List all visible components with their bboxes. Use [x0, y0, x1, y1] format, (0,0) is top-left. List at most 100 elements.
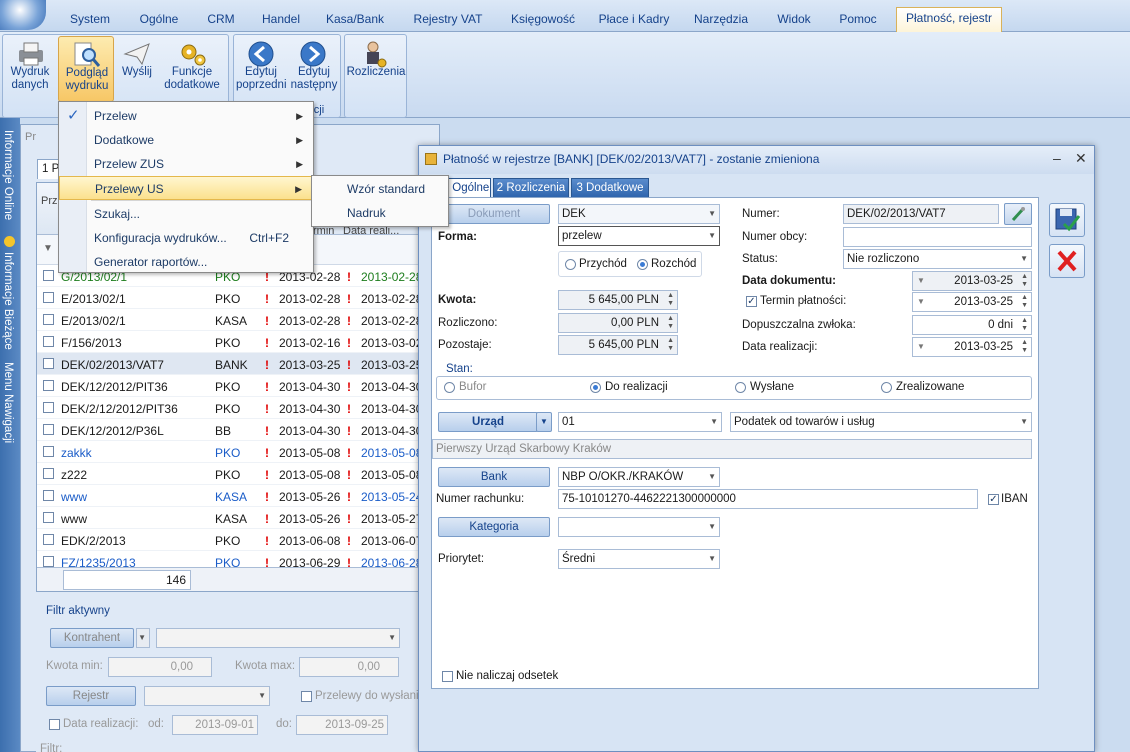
data-realizacji-field[interactable]: ▼ 2013-03-25 ▲ ▼ [912, 337, 1032, 357]
tab-pomoc[interactable]: Pomoc [832, 9, 884, 31]
kategoria-field[interactable]: ▼ [558, 517, 720, 537]
menu-item-szukaj[interactable]: Szukaj... [59, 202, 313, 226]
table-row[interactable]: DEK/02/2013/VAT7 BANK! 2013-03-25! 2013-03-… [37, 353, 422, 375]
urzad-dropdown-button[interactable]: ▼ [536, 412, 552, 432]
tab-ogolne[interactable]: Ogólne [130, 9, 188, 31]
kwota-min-field[interactable]: 0,00 [108, 657, 212, 677]
vstrip-menu-nawigacji[interactable]: Menu Nawigacji [2, 362, 14, 443]
table-row[interactable]: www KASA! 2013-05-26! 2013-05-27 [37, 507, 422, 529]
bank-field[interactable]: NBP O/OKR./KRAKÓW ▼ [558, 467, 720, 487]
kontrahent-button[interactable]: Kontrahent [50, 628, 134, 648]
table-row[interactable]: EDK/2/2013 PKO! 2013-06-08! 2013-06-07 [37, 529, 422, 551]
tab-narzedzia[interactable]: Narzędzia [688, 9, 754, 31]
col-header-prz[interactable]: Prz [41, 195, 58, 207]
table-row[interactable]: www KASA! 2013-05-26! 2013-05-24 [37, 485, 422, 507]
save-button[interactable] [1049, 203, 1085, 237]
row-checkbox[interactable] [43, 402, 54, 413]
menu-item-przelewy-us[interactable]: Przelewy US ▶ [59, 176, 313, 200]
table-row[interactable]: E/2013/02/1 KASA! 2013-02-28! 2013-02-28 [37, 309, 422, 331]
numer-rachunku-field[interactable]: 75-10101270-4462221300000000 [558, 489, 978, 509]
stan-wyslane-radio[interactable] [735, 382, 746, 393]
termin-field[interactable]: ▼ 2013-03-25 ▲ ▼ [912, 292, 1032, 312]
table-row[interactable]: z222 PKO! 2013-05-08! 2013-05-08 [37, 463, 422, 485]
przelewy-checkbox[interactable] [301, 691, 312, 702]
dialog-tab-rozliczenia[interactable]: 2 Rozliczenia [493, 178, 569, 198]
data-dokumentu-field[interactable]: ▼ 2013-03-25 ▲ ▼ [912, 271, 1032, 291]
dialog-tab-dodatkowe[interactable]: 3 Dodatkowe [571, 178, 649, 198]
kontrahent-field[interactable]: ▼ [156, 628, 400, 648]
kontrahent-dropdown[interactable]: ▼ [136, 628, 150, 648]
row-checkbox[interactable] [43, 358, 54, 369]
numer-obcy-field[interactable] [843, 227, 1032, 247]
tab-rejestry-vat[interactable]: Rejestry VAT [406, 9, 490, 31]
nie-naliczaj-checkbox[interactable] [442, 671, 453, 682]
od-field[interactable]: 2013-09-01 [172, 715, 258, 735]
menu-item-dodatkowe[interactable]: Dodatkowe ▶ [59, 128, 313, 152]
table-row[interactable]: DEK/12/2012/PIT36 PKO! 2013-04-30! 2013-04-… [37, 375, 422, 397]
tab-ksiegowosc[interactable]: Księgowość [503, 9, 583, 31]
table-row[interactable]: E/2013/02/1 PKO! 2013-02-28! 2013-02-28 [37, 287, 422, 309]
menu-item-przelew-zus[interactable]: Przelew ZUS ▶ [59, 152, 313, 176]
kwota-max-field[interactable]: 0,00 [299, 657, 399, 677]
priorytet-field[interactable]: Średni ▼ [558, 549, 720, 569]
row-checkbox[interactable] [43, 534, 54, 545]
row-checkbox[interactable] [43, 336, 54, 347]
close-icon[interactable]: ✕ [1075, 150, 1087, 167]
row-checkbox[interactable] [43, 490, 54, 501]
row-checkbox[interactable] [43, 292, 54, 303]
podglad-button[interactable]: Podgląd wydruku [58, 36, 114, 102]
stan-do-realizacji-radio[interactable] [590, 382, 601, 393]
table-row[interactable]: DEK/12/2012/P36L BB! 2013-04-30! 2013-04-30 [37, 419, 422, 441]
submenu-item-nadruk[interactable]: Nadruk [312, 201, 448, 225]
urzad-desc-field[interactable]: Podatek od towarów i usług ▼ [730, 412, 1032, 432]
cancel-button[interactable] [1049, 244, 1085, 278]
numer-edit-button[interactable] [1004, 203, 1032, 225]
tab-platnosc-rejestr[interactable]: Płatność, rejestr [896, 7, 1002, 32]
table-row[interactable]: F/156/2013 PKO! 2013-02-16! 2013-03-02 [37, 331, 422, 353]
data-realizacji-checkbox[interactable] [49, 719, 60, 730]
filter-icon[interactable]: ▼ [43, 243, 53, 254]
kategoria-button[interactable]: Kategoria [438, 517, 550, 537]
tab-kasa-bank[interactable]: Kasa/Bank [320, 9, 390, 31]
stan-zrealizowane-radio[interactable] [881, 382, 892, 393]
menu-item-przelew[interactable]: Przelew ▶ [59, 104, 313, 128]
urzad-code-field[interactable]: 01 ▼ [558, 412, 722, 432]
rozliczono-field[interactable]: 0,00 PLN ▲ ▼ [558, 313, 678, 333]
row-checkbox[interactable] [43, 424, 54, 435]
minimize-icon[interactable]: – [1053, 150, 1061, 166]
iban-checkbox[interactable]: ✓ [988, 494, 999, 505]
urzad-button[interactable]: Urząd [438, 412, 538, 432]
kwota-field[interactable]: 5 645,00 PLN ▲ ▼ [558, 290, 678, 310]
vstrip-informacje-online[interactable]: Informacje Online [2, 130, 14, 220]
tab-system[interactable]: System [62, 9, 118, 31]
do-field[interactable]: 2013-09-25 [296, 715, 388, 735]
app-logo[interactable] [0, 0, 46, 30]
row-checkbox[interactable] [43, 270, 54, 281]
tab-widok[interactable]: Widok [768, 9, 820, 31]
pozostaje-field[interactable]: 5 645,00 PLN ▲ ▼ [558, 335, 678, 355]
rejestr-field[interactable]: ▼ [144, 686, 270, 706]
row-checkbox[interactable] [43, 380, 54, 391]
tab-crm[interactable]: CRM [200, 9, 242, 31]
row-checkbox[interactable] [43, 446, 54, 457]
bank-button[interactable]: Bank [438, 467, 550, 487]
vstrip-informacje-biezace[interactable]: Informacje Bieżące [2, 252, 14, 350]
stan-bufor-radio[interactable] [444, 382, 455, 393]
row-checkbox[interactable] [43, 314, 54, 325]
table-row[interactable]: zakkk PKO! 2013-05-08! 2013-05-08 [37, 441, 422, 463]
zwloka-field[interactable]: 0 dni ▲ ▼ [912, 315, 1032, 335]
numer-field[interactable]: DEK/02/2013/VAT7 [843, 204, 999, 224]
table-row[interactable]: DEK/2/12/2012/PIT36 PKO! 2013-04-30! 2013-0… [37, 397, 422, 419]
rejestr-button[interactable]: Rejestr [46, 686, 136, 706]
dokument-field[interactable]: DEK ▼ [558, 204, 720, 224]
submenu-item-wzor-standard[interactable]: Wzór standard [312, 177, 448, 201]
przychod-radio[interactable] [565, 259, 576, 270]
row-checkbox[interactable] [43, 468, 54, 479]
termin-checkbox[interactable]: ✓ [746, 296, 757, 307]
status-field[interactable]: Nie rozliczono ▼ [843, 249, 1032, 269]
tab-place-kadry[interactable]: Płace i Kadry [594, 9, 674, 31]
row-checkbox[interactable] [43, 556, 54, 567]
rozchod-radio[interactable] [637, 259, 648, 270]
forma-field[interactable]: przelew ▼ [558, 226, 720, 246]
row-checkbox[interactable] [43, 512, 54, 523]
